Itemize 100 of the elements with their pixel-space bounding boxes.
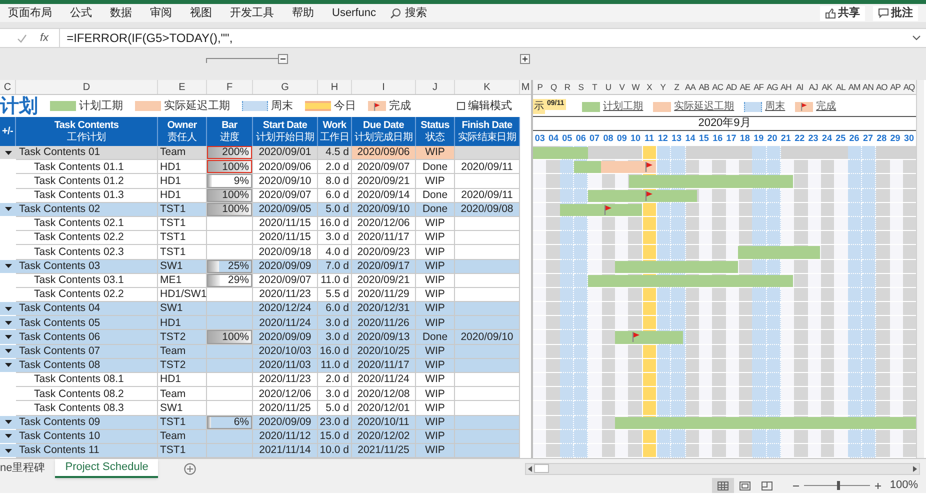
- ribbon-tab[interactable]: 数据: [110, 4, 132, 22]
- column-header[interactable]: W: [628, 80, 642, 94]
- column-header[interactable]: AM: [847, 80, 862, 94]
- ribbon-tab[interactable]: 公式: [70, 4, 92, 22]
- date-cell: 2020/09/07: [352, 160, 416, 174]
- column-header[interactable]: AL: [834, 80, 848, 94]
- work-cell: 15.0 d: [318, 430, 352, 444]
- day-number: 22: [794, 132, 806, 145]
- owner-cell: TST1: [158, 416, 207, 430]
- column-header[interactable]: I: [352, 80, 416, 94]
- date-cell: 2020/11/17: [352, 358, 416, 373]
- ribbon-tab[interactable]: 审阅: [150, 4, 172, 22]
- column-header[interactable]: AI: [792, 80, 806, 94]
- task-cell: Task Contents 01.2: [16, 174, 158, 189]
- date-cell: 2020/09/18: [253, 245, 318, 260]
- date-cell: 2020/11/15: [253, 216, 318, 232]
- column-header[interactable]: AD: [724, 80, 738, 94]
- task-cell: Task Contents 02: [16, 202, 158, 217]
- date-cell: 2020/09/11: [455, 160, 520, 174]
- column-header[interactable]: R: [560, 80, 574, 94]
- owner-cell: TST1: [158, 216, 207, 232]
- status-cell: WIP: [416, 245, 455, 260]
- column-header[interactable]: E: [158, 80, 207, 94]
- function-button[interactable]: fx: [40, 30, 49, 46]
- column-header[interactable]: AF: [752, 80, 766, 94]
- owner-cell: SW1: [158, 401, 207, 416]
- column-header[interactable]: G: [253, 80, 318, 94]
- progress-value: 29%: [228, 275, 249, 286]
- column-header[interactable]: U: [601, 80, 616, 94]
- column-header[interactable]: AH: [779, 80, 793, 94]
- column-header[interactable]: Z: [670, 80, 684, 94]
- column-header[interactable]: AA: [683, 80, 698, 94]
- ribbon-tab[interactable]: 视图: [190, 4, 212, 22]
- ribbon-tab[interactable]: Userfunc: [332, 4, 376, 22]
- day-number: 07: [588, 132, 601, 145]
- sheet-tab[interactable]: ne里程碑: [0, 459, 56, 478]
- work-cell: 5.5 d: [318, 288, 352, 302]
- sheet-tab[interactable]: Project Schedule: [55, 459, 158, 478]
- checkbox-label: 编辑模式: [468, 98, 512, 114]
- column-header[interactable]: AC: [710, 80, 724, 94]
- work-cell: 23.0 d: [318, 416, 352, 430]
- column-header[interactable]: AJ: [806, 80, 820, 94]
- column-header[interactable]: AB: [697, 80, 711, 94]
- day-number: 23: [807, 132, 820, 145]
- ribbon-tab[interactable]: 页面布局: [8, 4, 52, 22]
- column-header[interactable]: Y: [656, 80, 670, 94]
- share-button[interactable]: 共享: [820, 6, 865, 20]
- task-cell: Task Contents 07: [16, 344, 158, 359]
- status-cell: WIP: [416, 288, 455, 302]
- date-cell: 2020/12/08: [352, 387, 416, 402]
- task-cell: Task Contents 02.2: [16, 231, 158, 246]
- date-cell: 2020/10/03: [253, 344, 318, 359]
- task-cell: Task Contents 08.3: [16, 401, 158, 416]
- column-header[interactable]: F: [207, 80, 253, 94]
- date-cell: 2020/09/06: [352, 146, 416, 160]
- date-cell: 2020/09/09: [253, 260, 318, 274]
- date-cell: 2020/12/02: [352, 430, 416, 444]
- date-cell: 2020/09/01: [253, 146, 318, 160]
- column-header[interactable]: J: [416, 80, 455, 94]
- status-cell: Done: [416, 188, 455, 203]
- column-header[interactable]: AK: [820, 80, 834, 94]
- column-header[interactable]: AP: [888, 80, 902, 94]
- sheet-title: 计划: [0, 96, 38, 116]
- ribbon-tab[interactable]: 帮助: [292, 4, 314, 22]
- search-box[interactable]: 搜索: [390, 4, 428, 22]
- column-header[interactable]: M: [520, 80, 531, 95]
- column-header[interactable]: D: [16, 80, 158, 94]
- work-cell: 3.0 d: [318, 387, 352, 402]
- column-header[interactable]: H: [318, 80, 352, 94]
- column-header[interactable]: AO: [874, 80, 888, 94]
- day-number: 20: [766, 132, 778, 145]
- date-cell: 2020/12/06: [253, 387, 318, 402]
- column-header[interactable]: T: [588, 80, 602, 94]
- task-cell: Task Contents 04: [16, 302, 158, 316]
- column-header[interactable]: V: [615, 80, 629, 94]
- column-header[interactable]: AE: [738, 80, 752, 94]
- owner-cell: Team: [158, 146, 207, 160]
- date-cell: 2020/09/14: [352, 188, 416, 203]
- status-cell: WIP: [416, 302, 455, 316]
- column-header[interactable]: AQ: [902, 80, 916, 94]
- column-header[interactable]: Q: [546, 80, 560, 94]
- status-cell: WIP: [416, 416, 455, 430]
- legend-label: 今日: [334, 98, 356, 114]
- day-number: 19: [752, 132, 765, 145]
- ribbon-tab[interactable]: 开发工具: [230, 4, 274, 22]
- work-cell: 11.0 d: [318, 274, 352, 288]
- progress-value: 100%: [222, 332, 249, 342]
- status-cell: WIP: [416, 444, 455, 458]
- column-header[interactable]: S: [574, 80, 588, 94]
- column-header[interactable]: C: [0, 80, 16, 94]
- work-cell: 2.0 d: [318, 160, 352, 174]
- column-header[interactable]: P: [533, 80, 547, 94]
- column-header[interactable]: AN: [861, 80, 875, 94]
- date-cell: 2020/09/09: [253, 330, 318, 345]
- column-header[interactable]: X: [642, 80, 656, 94]
- work-cell: 5.0 d: [318, 401, 352, 416]
- column-header[interactable]: AG: [765, 80, 780, 94]
- task-cell: Task Contents 02.2: [16, 288, 158, 302]
- comment-button[interactable]: 批注: [873, 6, 918, 20]
- formula-field[interactable]: =IFERROR(IF(G5>TODAY(),"",: [58, 29, 912, 47]
